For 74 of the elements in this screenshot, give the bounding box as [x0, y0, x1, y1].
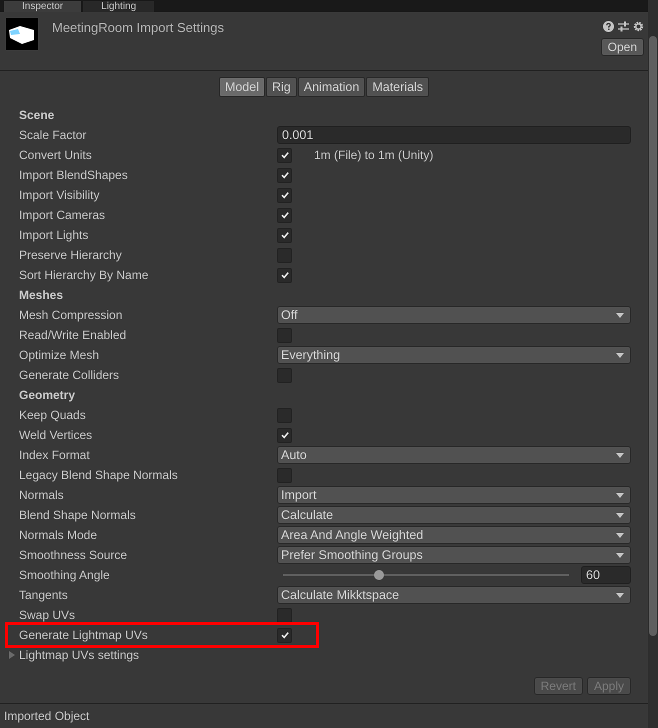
- checkmark-icon: [280, 630, 290, 640]
- scrollbar[interactable]: [648, 0, 658, 728]
- caret-icon: [616, 532, 624, 538]
- checkmark-icon: [280, 270, 290, 280]
- slider-thumb[interactable]: [374, 570, 384, 580]
- settings-icon[interactable]: [633, 21, 644, 32]
- property-label: Mesh Compression: [19, 308, 124, 322]
- importer-tab[interactable]: Model: [218, 77, 265, 97]
- property-label: Blend Shape Normals: [19, 508, 137, 522]
- property-label: Index Format: [19, 448, 91, 462]
- dropdown[interactable]: Import: [277, 486, 631, 504]
- caret-icon: [616, 552, 624, 558]
- dropdown[interactable]: Area And Angle Weighted: [277, 526, 631, 544]
- property-label: Smoothing Angle: [19, 568, 111, 582]
- caret-icon: [616, 592, 624, 598]
- checkbox[interactable]: [277, 608, 292, 622]
- number-field[interactable]: 60: [581, 566, 631, 584]
- importer-tab[interactable]: Rig: [266, 77, 297, 97]
- property-label: Import Cameras: [19, 208, 106, 222]
- caret-icon: [616, 452, 624, 458]
- foldout-label[interactable]: Lightmap UVs settings: [19, 648, 140, 662]
- property-label: Import Lights: [19, 228, 90, 242]
- section-heading: Geometry: [19, 388, 76, 402]
- importer-tab[interactable]: Materials: [366, 77, 430, 97]
- property-label: Sort Hierarchy By Name: [19, 268, 150, 282]
- help-icon[interactable]: [603, 21, 614, 32]
- property-label: Import Visibility: [19, 188, 100, 202]
- property-label: Preserve Hierarchy: [19, 248, 123, 262]
- property-label: Swap UVs: [19, 608, 76, 622]
- dropdown[interactable]: Calculate: [277, 506, 631, 524]
- open-button[interactable]: Open: [600, 38, 644, 56]
- window-tab[interactable]: Lighting: [83, 1, 154, 12]
- caret-icon: [616, 352, 624, 358]
- window-tab[interactable]: Inspector: [4, 1, 82, 12]
- unit-conversion-note: 1m (File) to 1m (Unity): [314, 148, 434, 162]
- checkbox[interactable]: [277, 168, 292, 182]
- model-thumbnail-icon: [6, 18, 38, 50]
- section-heading: Scene: [19, 108, 54, 122]
- inspector-title: MeetingRoom Import Settings: [52, 20, 225, 35]
- dropdown[interactable]: Auto: [277, 446, 631, 464]
- checkbox[interactable]: [277, 148, 292, 162]
- checkbox[interactable]: [277, 208, 292, 222]
- checkbox[interactable]: [277, 268, 292, 282]
- property-label: Normals: [19, 488, 65, 502]
- property-label: Generate Lightmap UVs: [19, 628, 149, 642]
- dropdown[interactable]: Prefer Smoothing Groups: [277, 546, 631, 564]
- importer-tab[interactable]: Animation: [298, 77, 366, 97]
- property-label: Convert Units: [19, 148, 93, 162]
- dropdown[interactable]: Everything: [277, 346, 631, 364]
- property-label: Generate Colliders: [19, 368, 120, 382]
- property-label: Keep Quads: [19, 408, 87, 422]
- dropdown[interactable]: Off: [277, 306, 631, 324]
- property-label: Optimize Mesh: [19, 348, 100, 362]
- checkmark-icon: [280, 430, 290, 440]
- status-bar: Imported Object: [0, 703, 648, 728]
- property-label: Smoothness Source: [19, 548, 128, 562]
- property-label: Normals Mode: [19, 528, 98, 542]
- checkbox[interactable]: [277, 188, 292, 202]
- caret-icon: [616, 512, 624, 518]
- property-label: Import BlendShapes: [19, 168, 129, 182]
- checkbox[interactable]: [277, 428, 292, 442]
- property-label: Weld Vertices: [19, 428, 94, 442]
- property-label: Legacy Blend Shape Normals: [19, 468, 179, 482]
- checkbox[interactable]: [277, 228, 292, 242]
- caret-icon: [616, 492, 624, 498]
- section-heading: Meshes: [19, 288, 64, 302]
- checkbox[interactable]: [277, 628, 292, 642]
- sliders-icon[interactable]: [618, 21, 629, 32]
- number-field[interactable]: 0.001: [277, 126, 631, 144]
- property-label: Scale Factor: [19, 128, 88, 142]
- property-label: Tangents: [19, 588, 69, 602]
- property-label: Read/Write Enabled: [19, 328, 128, 342]
- caret-icon: [616, 312, 624, 318]
- dropdown[interactable]: Calculate Mikktspace: [277, 586, 631, 604]
